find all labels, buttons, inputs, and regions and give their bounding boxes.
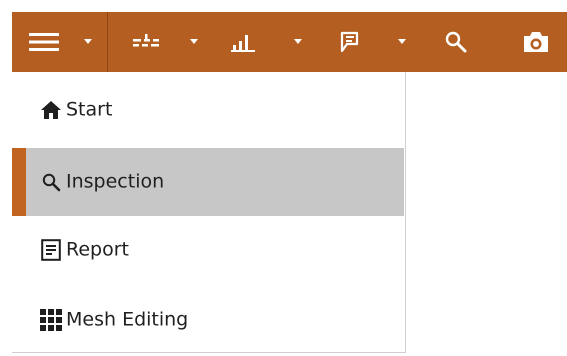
report-icon — [40, 239, 62, 261]
camera-button[interactable] — [520, 12, 552, 72]
chevron-down-icon — [84, 39, 92, 44]
chart-button[interactable] — [228, 12, 260, 72]
chart-dropdown-caret[interactable] — [290, 12, 306, 72]
menu-item-label: Report — [66, 238, 129, 261]
alignment-button[interactable] — [130, 12, 162, 72]
home-icon — [40, 99, 62, 121]
search-button[interactable] — [440, 12, 472, 72]
chevron-down-icon — [398, 39, 406, 44]
hamburger-menu-icon — [29, 33, 59, 51]
flag-dropdown-caret[interactable] — [394, 12, 410, 72]
grid-icon — [40, 309, 62, 331]
menu-item-mesh-editing[interactable]: Mesh Editing — [12, 286, 404, 354]
camera-icon — [524, 32, 548, 52]
menu-item-inspection[interactable]: Inspection — [12, 148, 404, 216]
alignment-icon — [133, 34, 159, 47]
hamburger-dropdown-caret[interactable] — [80, 12, 96, 72]
hamburger-menu-button[interactable] — [26, 12, 62, 72]
menu-item-label: Mesh Editing — [66, 308, 189, 331]
selected-accent-bar — [12, 148, 26, 216]
alignment-dropdown-caret[interactable] — [186, 12, 202, 72]
main-menu-dropdown: Start Inspection Report Mesh Editing — [12, 72, 406, 353]
main-toolbar — [12, 12, 567, 72]
flag-icon — [340, 31, 359, 53]
search-icon — [40, 171, 62, 193]
menu-item-label: Inspection — [66, 170, 165, 193]
menu-item-start[interactable]: Start — [12, 76, 404, 144]
flag-button[interactable] — [332, 12, 364, 72]
menu-item-report[interactable]: Report — [12, 216, 404, 284]
chevron-down-icon — [190, 39, 198, 44]
toolbar-separator — [107, 12, 108, 72]
bar-chart-icon — [231, 35, 255, 52]
search-icon — [445, 31, 467, 53]
chevron-down-icon — [294, 39, 302, 44]
menu-item-label: Start — [66, 98, 113, 121]
